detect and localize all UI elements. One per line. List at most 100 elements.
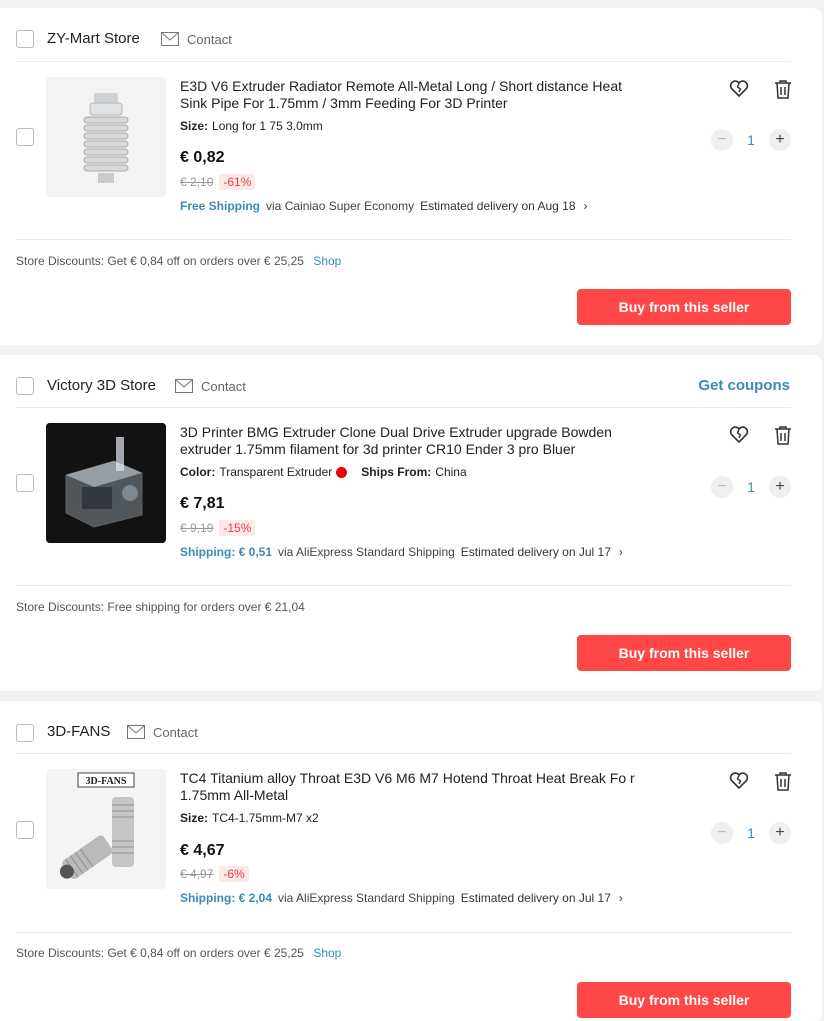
store-discount-text: Get € 0,84 off on orders over € 25,25 bbox=[107, 254, 304, 268]
decrease-button[interactable]: − bbox=[711, 822, 733, 844]
contact-link[interactable]: Contact bbox=[161, 28, 232, 50]
quantity-value[interactable]: 1 bbox=[747, 479, 755, 495]
store-discount-label: Store Discounts: bbox=[16, 254, 105, 268]
divider bbox=[16, 407, 791, 408]
trash-icon[interactable] bbox=[771, 769, 795, 793]
old-price-row: € 9,19 -15% bbox=[180, 520, 256, 536]
buy-from-seller-button[interactable]: Buy from this seller bbox=[577, 635, 791, 671]
shipping-method: via AliExpress Standard Shipping bbox=[278, 545, 455, 559]
attr-label: Color: bbox=[180, 465, 216, 479]
store-header: ZY-Mart Store Contact bbox=[16, 28, 806, 52]
store-discount-label: Store Discounts: bbox=[16, 600, 105, 614]
product-title[interactable]: TC4 Titanium alloy Throat E3D V6 M6 M7 H… bbox=[180, 770, 650, 804]
quantity-stepper: − 1 + bbox=[711, 821, 791, 845]
attr-label: Ships From: bbox=[361, 465, 432, 479]
product-image[interactable]: 3D-FANS bbox=[46, 769, 166, 889]
store-discount: Store Discounts: Get € 0,84 off on order… bbox=[16, 946, 341, 960]
color-swatch bbox=[336, 466, 348, 478]
delivery-estimate: Estimated delivery on Jul 17 bbox=[460, 891, 611, 905]
contact-link[interactable]: Contact bbox=[175, 375, 246, 397]
product-image[interactable] bbox=[46, 77, 166, 197]
item-checkbox[interactable] bbox=[16, 821, 34, 839]
store-card-zy-mart: ZY-Mart Store Contact E3D V6 Extruder Ra… bbox=[0, 8, 822, 345]
heart-icon[interactable] bbox=[727, 769, 751, 793]
trash-icon[interactable] bbox=[771, 77, 795, 101]
attr-value: China bbox=[435, 465, 467, 479]
quantity-stepper: − 1 + bbox=[711, 475, 791, 499]
contact-label: Contact bbox=[201, 378, 246, 394]
product-price: € 4,67 bbox=[180, 842, 225, 859]
old-price-row: € 4,97 -6% bbox=[180, 866, 249, 882]
envelope-icon bbox=[175, 379, 193, 393]
chevron-right-icon: › bbox=[583, 199, 588, 213]
decrease-button[interactable]: − bbox=[711, 476, 733, 498]
attr-value: Long for 1 75 3.0mm bbox=[212, 119, 323, 133]
store-card-3d-fans: 3D-FANS Contact 3D-FANS TC4 Titanium all… bbox=[0, 701, 822, 1021]
shipping-row[interactable]: Shipping: € 0,51 via AliExpress Standard… bbox=[180, 545, 623, 559]
discount-badge: -15% bbox=[219, 520, 256, 536]
product-title[interactable]: E3D V6 Extruder Radiator Remote All-Meta… bbox=[180, 78, 650, 112]
product-image[interactable] bbox=[46, 423, 166, 543]
store-discount-label: Store Discounts: bbox=[16, 946, 105, 960]
heart-icon[interactable] bbox=[727, 423, 751, 447]
chevron-right-icon: › bbox=[618, 891, 623, 905]
divider bbox=[16, 239, 791, 240]
shop-link[interactable]: Shop bbox=[313, 254, 341, 268]
buy-from-seller-button[interactable]: Buy from this seller bbox=[577, 982, 791, 1018]
store-card-victory-3d: Victory 3D Store Contact Get coupons 3D … bbox=[0, 355, 822, 691]
chevron-right-icon: › bbox=[618, 545, 623, 559]
item-checkbox[interactable] bbox=[16, 128, 34, 146]
discount-badge: -6% bbox=[219, 866, 249, 882]
discount-badge: -61% bbox=[219, 174, 256, 190]
shipping-row[interactable]: Free Shipping via Cainiao Super Economy … bbox=[180, 199, 588, 213]
contact-link[interactable]: Contact bbox=[127, 721, 198, 743]
product-attributes[interactable]: Size: Long for 1 75 3.0mm bbox=[180, 119, 323, 133]
store-header: Victory 3D Store Contact Get coupons bbox=[16, 375, 806, 399]
item-checkbox[interactable] bbox=[16, 474, 34, 492]
quantity-value[interactable]: 1 bbox=[747, 132, 755, 148]
store-name[interactable]: Victory 3D Store bbox=[47, 375, 156, 397]
item-actions bbox=[727, 769, 795, 793]
envelope-icon bbox=[161, 32, 179, 46]
store-checkbox[interactable] bbox=[16, 724, 34, 742]
store-discount: Store Discounts: Free shipping for order… bbox=[16, 600, 305, 614]
delivery-estimate: Estimated delivery on Jul 17 bbox=[460, 545, 611, 559]
shop-link[interactable]: Shop bbox=[313, 946, 341, 960]
divider bbox=[16, 585, 791, 586]
store-discount-text: Get € 0,84 off on orders over € 25,25 bbox=[107, 946, 304, 960]
store-header: 3D-FANS Contact bbox=[16, 721, 806, 745]
contact-label: Contact bbox=[187, 31, 232, 47]
store-name[interactable]: 3D-FANS bbox=[47, 721, 110, 743]
heart-icon[interactable] bbox=[727, 77, 751, 101]
store-name[interactable]: ZY-Mart Store bbox=[47, 28, 140, 50]
shipping-value: Shipping: € 2,04 bbox=[180, 891, 273, 905]
increase-button[interactable]: + bbox=[768, 822, 791, 844]
product-attributes[interactable]: Color: Transparent Extruder Ships From: … bbox=[180, 465, 467, 479]
envelope-icon bbox=[127, 725, 145, 739]
product-price: € 7,81 bbox=[180, 495, 225, 512]
store-discount-text: Free shipping for orders over € 21,04 bbox=[107, 600, 305, 614]
trash-icon[interactable] bbox=[771, 423, 795, 447]
shipping-row[interactable]: Shipping: € 2,04 via AliExpress Standard… bbox=[180, 891, 623, 905]
delivery-estimate: Estimated delivery on Aug 18 bbox=[420, 199, 576, 213]
buy-from-seller-button[interactable]: Buy from this seller bbox=[577, 289, 791, 325]
quantity-value[interactable]: 1 bbox=[747, 825, 755, 841]
shipping-value: Shipping: € 0,51 bbox=[180, 545, 273, 559]
get-coupons-link[interactable]: Get coupons bbox=[698, 375, 790, 397]
old-price: € 4,97 bbox=[180, 867, 214, 881]
product-attributes[interactable]: Size: TC4-1.75mm-M7 x2 bbox=[180, 811, 319, 825]
decrease-button[interactable]: − bbox=[711, 129, 733, 151]
attr-label: Size: bbox=[180, 811, 209, 825]
item-actions bbox=[727, 423, 795, 447]
divider bbox=[16, 753, 791, 754]
store-checkbox[interactable] bbox=[16, 377, 34, 395]
increase-button[interactable]: + bbox=[768, 129, 791, 151]
contact-label: Contact bbox=[153, 724, 198, 740]
increase-button[interactable]: + bbox=[768, 476, 791, 498]
image-logo-text: 3D-FANS bbox=[86, 776, 127, 787]
store-discount: Store Discounts: Get € 0,84 off on order… bbox=[16, 254, 341, 268]
store-checkbox[interactable] bbox=[16, 30, 34, 48]
product-price: € 0,82 bbox=[180, 149, 225, 166]
attr-label: Size: bbox=[180, 119, 209, 133]
product-title[interactable]: 3D Printer BMG Extruder Clone Dual Drive… bbox=[180, 424, 650, 458]
